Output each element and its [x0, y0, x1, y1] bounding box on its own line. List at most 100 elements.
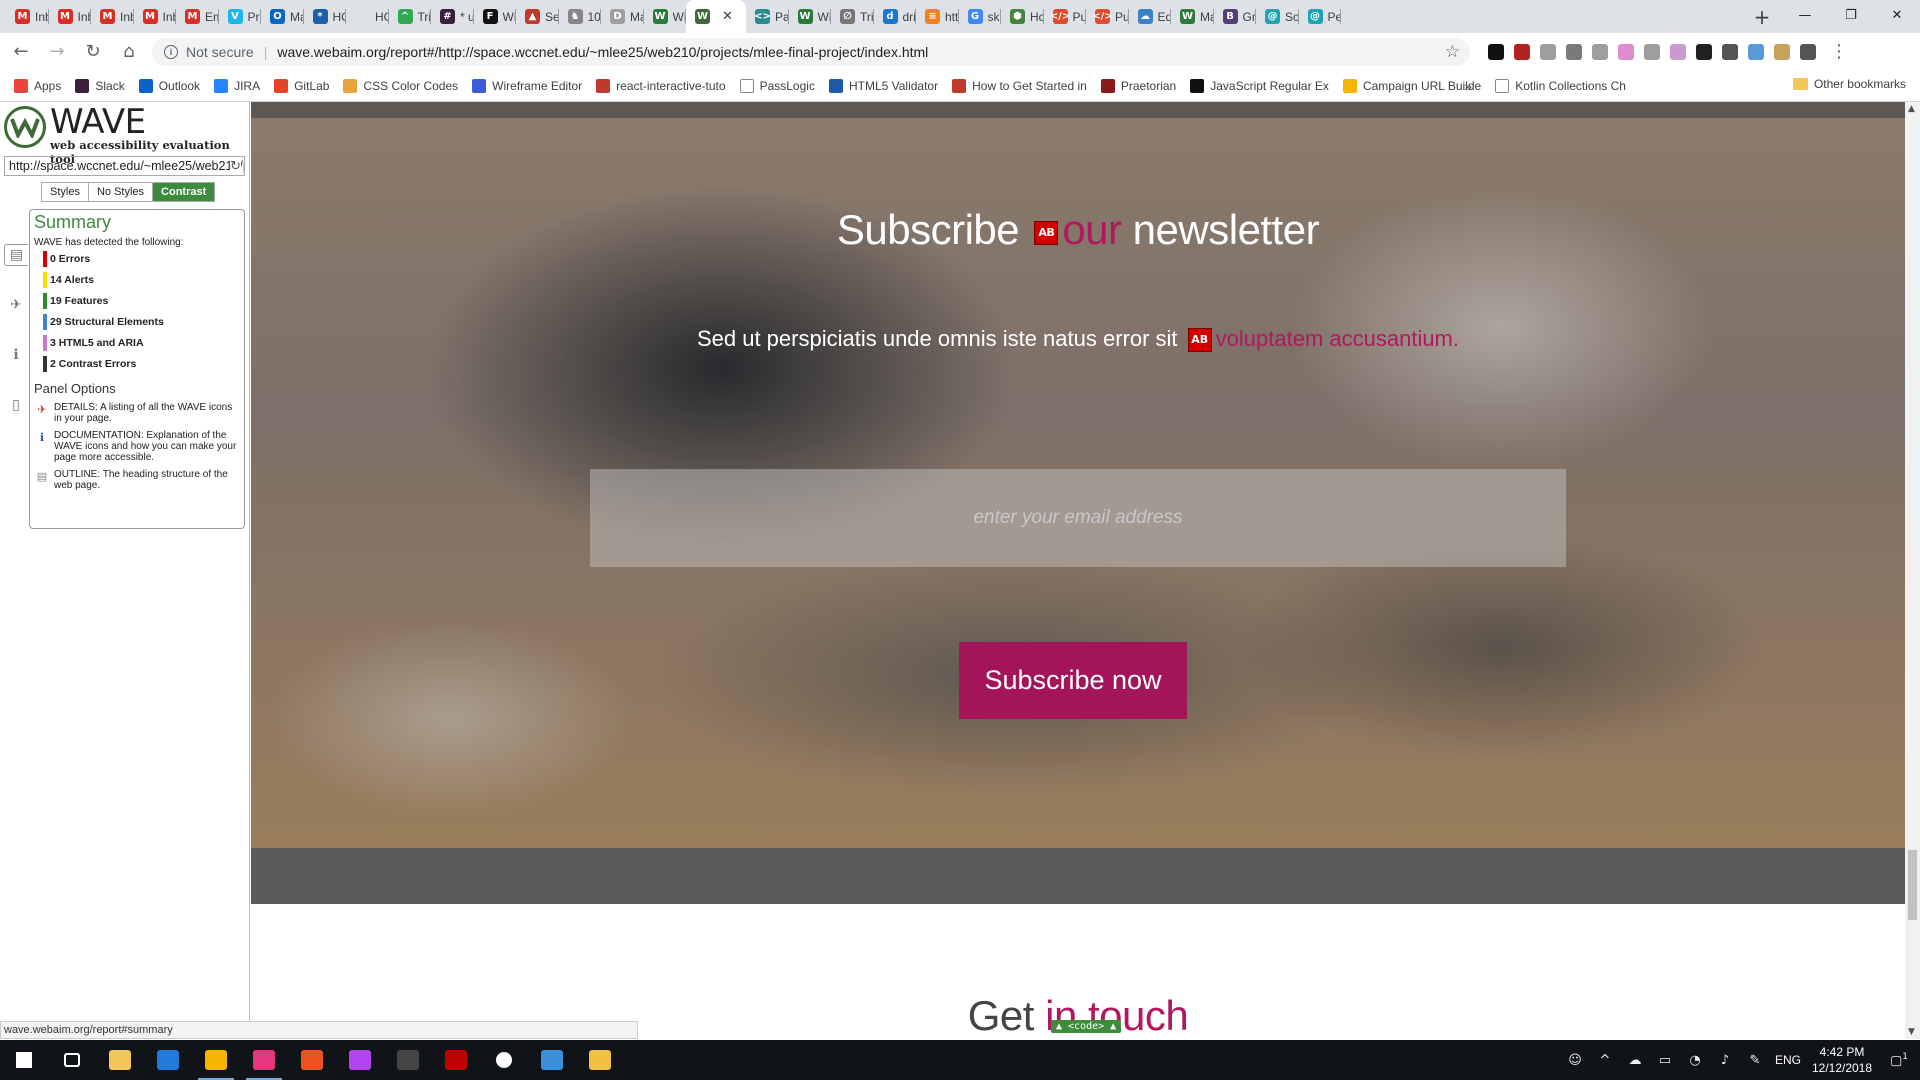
tab-1[interactable]: M Inb: [49, 0, 91, 33]
chrome-icon[interactable]: [192, 1040, 240, 1080]
tab-20[interactable]: d dri: [874, 0, 917, 33]
info-icon[interactable]: i: [164, 44, 178, 59]
wifi-icon[interactable]: ◔: [1680, 1053, 1710, 1068]
bookmark-12[interactable]: JavaScript Regular Ex: [1190, 78, 1329, 93]
address-bar[interactable]: i Not secure | wave.webaim.org/report#/h…: [152, 37, 1470, 66]
back-button[interactable]: ←: [6, 37, 36, 67]
wave-url-input[interactable]: http://space.wccnet.edu/~mlee25/web210/p…: [4, 156, 245, 176]
summary-row[interactable]: 0 Errors: [43, 248, 240, 269]
forward-button[interactable]: →: [42, 37, 72, 67]
no-styles-mode-button[interactable]: No Styles: [88, 183, 154, 201]
ubuntu-icon[interactable]: [288, 1040, 336, 1080]
tab-7[interactable]: * HC: [304, 0, 346, 33]
extension-icon[interactable]: [1540, 43, 1556, 60]
panel-option-0[interactable]: ✈ DETAILS: A listing of all the WAVE icon…: [34, 402, 240, 424]
tab-0[interactable]: M Inb: [6, 0, 49, 33]
tab-12[interactable]: ▲ Se: [516, 0, 559, 33]
tab-21[interactable]: ≡ htt: [916, 0, 959, 33]
intellij-icon[interactable]: [240, 1040, 288, 1080]
details-tab-icon[interactable]: ✈: [4, 294, 28, 316]
bookmark-8[interactable]: PassLogic: [739, 78, 815, 93]
bookmark-13[interactable]: Campaign URL Builde: [1342, 78, 1481, 93]
paint-icon[interactable]: [576, 1040, 624, 1080]
notifications-icon[interactable]: ▢1: [1878, 1052, 1920, 1068]
subscribe-button[interactable]: Subscribe now: [959, 642, 1187, 719]
summary-row[interactable]: 3 HTML5 and ARIA: [43, 332, 240, 353]
tab-19[interactable]: ∅ Tri: [831, 0, 874, 33]
extension-icon[interactable]: [1592, 43, 1608, 60]
tab-6[interactable]: O Ma: [261, 0, 304, 33]
tab-23[interactable]: ⬢ Hc: [1001, 0, 1044, 33]
language-indicator[interactable]: ENG: [1770, 1053, 1806, 1067]
edge-icon[interactable]: [144, 1040, 192, 1080]
tab-16[interactable]: W ✕: [686, 0, 746, 33]
summary-row[interactable]: 2 Contrast Errors: [43, 353, 240, 374]
file-explorer-icon[interactable]: [96, 1040, 144, 1080]
extension-icon[interactable]: [1488, 43, 1504, 60]
other-bookmarks[interactable]: Other bookmarks: [1792, 77, 1906, 91]
summary-row[interactable]: 14 Alerts: [43, 269, 240, 290]
bookmark-star-icon[interactable]: ☆: [1445, 42, 1460, 62]
panel-option-2[interactable]: ▤ OUTLINE: The heading structure of the w…: [34, 469, 240, 491]
tab-26[interactable]: ☁ Ed: [1129, 0, 1171, 33]
pen-icon[interactable]: ✎: [1740, 1053, 1770, 1068]
chrome-menu-icon[interactable]: ⋮: [1830, 41, 1848, 62]
panel-option-1[interactable]: ℹ DOCUMENTATION: Explanation of the WAVE …: [34, 430, 240, 463]
bookmark-6[interactable]: Wireframe Editor: [472, 78, 582, 93]
contrast-error-icon[interactable]: AB: [1034, 220, 1059, 245]
reload-button[interactable]: ↻: [78, 37, 108, 67]
filezilla-icon[interactable]: [432, 1040, 480, 1080]
tab-22[interactable]: Gski: [959, 0, 1001, 33]
tab-14[interactable]: D Ma: [601, 0, 644, 33]
documentation-tab-icon[interactable]: ℹ: [4, 344, 28, 366]
tab-8[interactable]: HC: [346, 0, 389, 33]
bookmark-3[interactable]: JIRA: [214, 78, 260, 93]
bookmark-1[interactable]: Slack: [75, 78, 125, 93]
contrast-mode-button[interactable]: Contrast: [153, 183, 215, 201]
tab-5[interactable]: V Pri: [219, 0, 261, 33]
tab-25[interactable]: </> Pu: [1086, 0, 1129, 33]
wave-reload-icon[interactable]: ↻: [230, 158, 241, 175]
close-window-button[interactable]: ✕: [1874, 0, 1920, 30]
bookmark-7[interactable]: react-interactive-tuto: [596, 78, 726, 93]
tab-11[interactable]: F Wi: [474, 0, 516, 33]
bookmark-5[interactable]: CSS Color Codes: [343, 78, 458, 93]
battery-icon[interactable]: ▭: [1650, 1053, 1680, 1068]
volume-icon[interactable]: ♪: [1710, 1053, 1740, 1068]
maximize-button[interactable]: ❐: [1828, 0, 1874, 30]
tab-27[interactable]: W Ma: [1171, 0, 1214, 33]
tab-30[interactable]: @ Pe: [1299, 0, 1341, 33]
tab-2[interactable]: M Inb: [91, 0, 134, 33]
email-input[interactable]: [590, 469, 1566, 567]
bookmark-0[interactable]: Apps: [14, 78, 61, 93]
code-badge[interactable]: ▲ <code> ▲: [1051, 1020, 1122, 1033]
extension-icon[interactable]: [1644, 43, 1660, 60]
tab-13[interactable]: ♞ 10: [559, 0, 602, 33]
phpstorm-icon[interactable]: [336, 1040, 384, 1080]
bookmark-9[interactable]: HTML5 Validator: [828, 78, 938, 93]
tab-18[interactable]: W Wi: [789, 0, 831, 33]
windows-start-icon[interactable]: [0, 1040, 48, 1080]
settings-icon[interactable]: [480, 1040, 528, 1080]
extension-icon[interactable]: [1722, 43, 1738, 60]
bookmark-2[interactable]: Outlook: [138, 78, 200, 93]
bookmark-4[interactable]: GitLab: [274, 78, 329, 93]
people-icon[interactable]: ☺: [1560, 1053, 1590, 1068]
minimize-button[interactable]: —: [1782, 0, 1828, 30]
home-button[interactable]: ⌂: [114, 37, 144, 67]
tab-24[interactable]: </> Pu: [1044, 0, 1086, 33]
scroll-up-icon[interactable]: ▲: [1908, 104, 1915, 114]
summary-row[interactable]: 29 Structural Elements: [43, 311, 240, 332]
summary-row[interactable]: 19 Features: [43, 290, 240, 311]
clock[interactable]: 4:42 PM 12/12/2018: [1806, 1044, 1878, 1076]
summary-tab-icon[interactable]: ▤: [4, 244, 28, 266]
tab-9[interactable]: ^ Tri: [389, 0, 431, 33]
tab-10[interactable]: # * u: [431, 0, 474, 33]
extension-icon[interactable]: [1696, 43, 1712, 60]
scroll-down-icon[interactable]: ▼: [1908, 1027, 1915, 1037]
extension-icon[interactable]: [1774, 43, 1790, 60]
bookmark-14[interactable]: Kotlin Collections Ch: [1495, 78, 1626, 93]
tab-29[interactable]: @ Sc: [1256, 0, 1299, 33]
page-scrollbar[interactable]: ▲ ▼: [1905, 102, 1920, 1039]
new-tab-button[interactable]: +: [1745, 0, 1779, 33]
